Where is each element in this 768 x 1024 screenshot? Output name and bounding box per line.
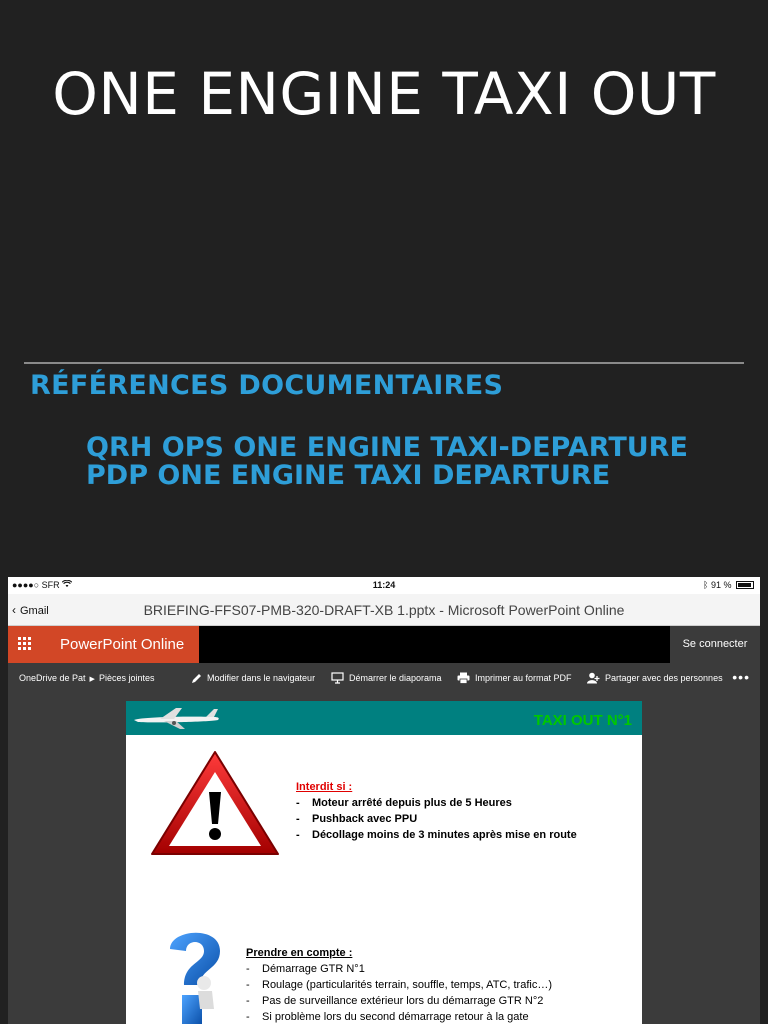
list-item: Si problème lors du second démarrage ret… [246, 1009, 552, 1024]
breadcrumb-root[interactable]: OneDrive de Pat [19, 673, 86, 683]
consider-list: Démarrage GTR N°1 Roulage (particularité… [246, 961, 552, 1024]
breadcrumb: OneDrive de Pat ▶ Pièces jointes [19, 673, 154, 683]
pencil-icon [192, 673, 201, 683]
sign-in-button[interactable]: Se connecter [670, 626, 760, 663]
references-list: QRH OPS ONE ENGINE TAXI-DEPARTURE PDP ON… [86, 434, 726, 490]
title-divider [24, 362, 744, 364]
list-item: Démarrage GTR N°1 [246, 961, 552, 977]
share-label: Partager avec des personnes [605, 673, 723, 683]
print-label: Imprimer au format PDF [475, 673, 572, 683]
slide-header-band: TAXI OUT N°1 [126, 701, 642, 735]
battery-percent: 91 % [710, 580, 732, 590]
consider-block: Prendre en compte : Démarrage GTR N°1 Ro… [246, 945, 552, 1024]
edit-in-browser-button[interactable]: Modifier dans le navigateur [191, 671, 315, 685]
list-item: Décollage moins de 3 minutes après mise … [296, 827, 577, 843]
app-brand: PowerPoint Online [8, 626, 199, 663]
list-item: Roulage (particularités terrain, souffle… [246, 977, 552, 993]
edit-label: Modifier dans le navigateur [207, 673, 316, 683]
embedded-screenshot: ●●●●○ SFR 11:24 ᛒ 91 % ‹ Gmail BRIEFING-F… [8, 577, 760, 1024]
slide-title: ONE ENGINE TAXI OUT [52, 60, 716, 128]
forbidden-heading: Interdit si : [296, 781, 353, 793]
consider-heading: Prendre en compte : [246, 947, 353, 959]
ios-status-bar: ●●●●○ SFR 11:24 ᛒ 91 % [8, 577, 760, 594]
office-app-bar: PowerPoint Online Se connecter [8, 626, 760, 663]
share-button[interactable]: Partager avec des personnes [587, 671, 723, 685]
forbidden-list: Moteur arrêté depuis plus de 5 Heures Pu… [296, 795, 577, 843]
add-person-icon [587, 672, 600, 684]
bluetooth-icon: ᛒ [703, 580, 709, 590]
question-mark-icon [170, 932, 220, 1024]
slideshow-label: Démarrer le diaporama [349, 673, 442, 683]
start-slideshow-button[interactable]: Démarrer le diaporama [331, 671, 442, 685]
app-launcher-icon[interactable] [18, 637, 32, 651]
reference-item: PDP ONE ENGINE TAXI DEPARTURE [86, 460, 611, 491]
battery-fill [738, 583, 751, 587]
document-title: BRIEFING-FFS07-PMB-320-DRAFT-XB 1.pptx -… [143, 602, 625, 618]
references-heading: RÉFÉRENCES DOCUMENTAIRES [30, 370, 504, 401]
airplane-icon [134, 708, 219, 729]
command-bar: OneDrive de Pat ▶ Pièces jointes Modifier … [8, 663, 760, 693]
list-item: Pushback avec PPU [296, 811, 577, 827]
more-options-button[interactable]: ••• [732, 669, 750, 685]
warning-icon [151, 751, 279, 855]
list-item: Moteur arrêté depuis plus de 5 Heures [296, 795, 577, 811]
battery-icon [736, 581, 754, 589]
breadcrumb-separator-icon: ▶ [89, 676, 95, 683]
slideshow-icon [331, 672, 344, 684]
app-name[interactable]: PowerPoint Online [60, 636, 184, 653]
breadcrumb-leaf[interactable]: Pièces jointes [99, 673, 155, 683]
status-time: 11:24 [372, 580, 396, 590]
browser-bar: ‹ Gmail BRIEFING-FFS07-PMB-320-DRAFT-XB 1… [8, 594, 760, 626]
forbidden-block: Interdit si : Moteur arrêté depuis plus … [296, 779, 577, 843]
print-pdf-button[interactable]: Imprimer au format PDF [457, 671, 572, 685]
printer-icon [457, 672, 470, 684]
reference-item: QRH OPS ONE ENGINE TAXI-DEPARTURE [86, 432, 688, 463]
slide-canvas: TAXI OUT N°1 Interdit si : Moteur arrêté… [126, 701, 642, 1024]
slide-header-title: TAXI OUT N°1 [533, 712, 632, 729]
list-item: Pas de surveillance extérieur lors du dé… [246, 993, 552, 1009]
